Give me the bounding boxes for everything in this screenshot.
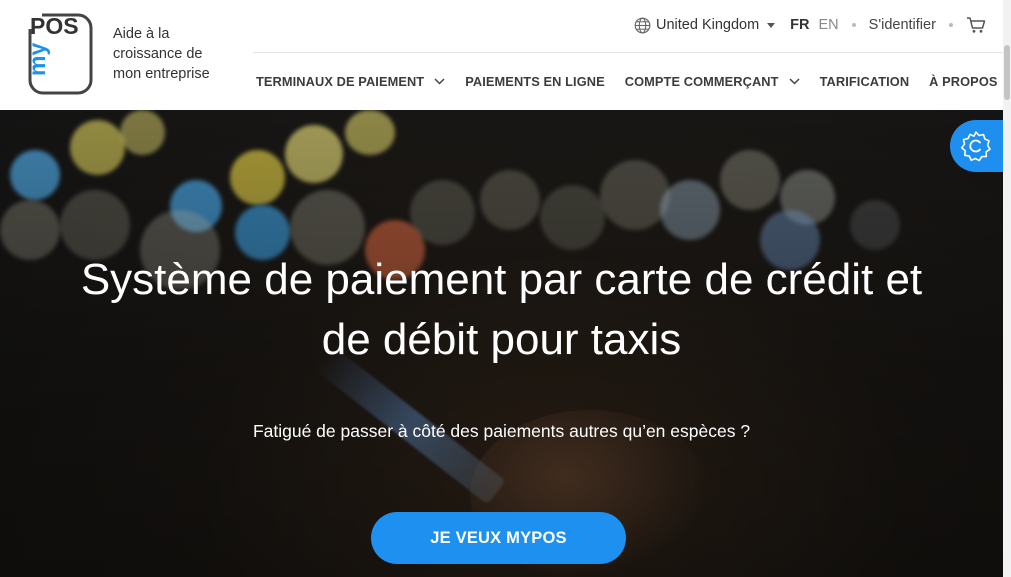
utility-bar: United Kingdom FR EN S'identifier (634, 14, 986, 36)
lang-en[interactable]: EN (819, 17, 839, 33)
nav-item-compte-commercant[interactable]: COMPTE COMMERÇANT (625, 74, 800, 89)
hero-subtitle: Fatigué de passer à côté des paiements a… (252, 421, 751, 441)
country-label: United Kingdom (656, 17, 760, 33)
nav-item-a-propos[interactable]: À PROPOS (929, 74, 1011, 89)
page-scrollbar[interactable] (1003, 0, 1011, 577)
cart-icon[interactable] (966, 16, 986, 34)
scrollbar-thumb[interactable] (1004, 45, 1010, 100)
nav-item-label: TERMINAUX DE PAIEMENT (256, 74, 425, 89)
cta-button[interactable]: JE VEUX MYPOS (371, 512, 626, 564)
hero-title-line-1: Système de paiement par carte de crédit … (80, 255, 923, 304)
caret-down-icon (767, 22, 776, 28)
tagline: Aide à la croissance de mon entreprise (113, 26, 210, 82)
chevron-down-icon (789, 78, 800, 85)
hero-title-line-2: de débit pour taxis (321, 315, 682, 364)
country-selector[interactable]: United Kingdom (634, 17, 776, 34)
cookie-settings-button[interactable] (950, 120, 1010, 172)
nav-item-label: COMPTE COMMERÇANT (624, 74, 779, 89)
login-link[interactable]: S'identifier (869, 17, 936, 33)
separator-dot (851, 23, 856, 27)
hero-title: Système de paiement par carte de crédit … (0, 250, 1003, 370)
header-divider (253, 52, 1003, 53)
nav-item-label: TARIFICATION (819, 74, 910, 89)
chevron-down-icon (434, 78, 445, 85)
mypos-logo[interactable]: POS my (24, 12, 94, 96)
hero-section: Système de paiement par carte de crédit … (0, 110, 1003, 577)
nav-item-terminaux[interactable]: TERMINAUX DE PAIEMENT (256, 74, 445, 89)
lang-fr[interactable]: FR (790, 17, 809, 33)
separator-dot (948, 23, 953, 27)
site-header: POS my Aide à la croissance de mon entre… (0, 0, 1011, 110)
cookie-settings-icon (960, 131, 991, 162)
nav-item-tarification[interactable]: TARIFICATION (820, 74, 910, 89)
globe-icon (634, 17, 651, 33)
svg-text:my: my (28, 43, 50, 76)
nav-item-paiements-en-ligne[interactable]: PAIEMENTS EN LIGNE (465, 74, 605, 89)
nav-item-label: PAIEMENTS EN LIGNE (465, 74, 605, 89)
nav-item-label: À PROPOS (929, 74, 998, 89)
svg-text:POS: POS (30, 13, 79, 39)
main-nav: TERMINAUX DE PAIEMENT PAIEMENTS EN LIGNE… (256, 74, 1011, 89)
